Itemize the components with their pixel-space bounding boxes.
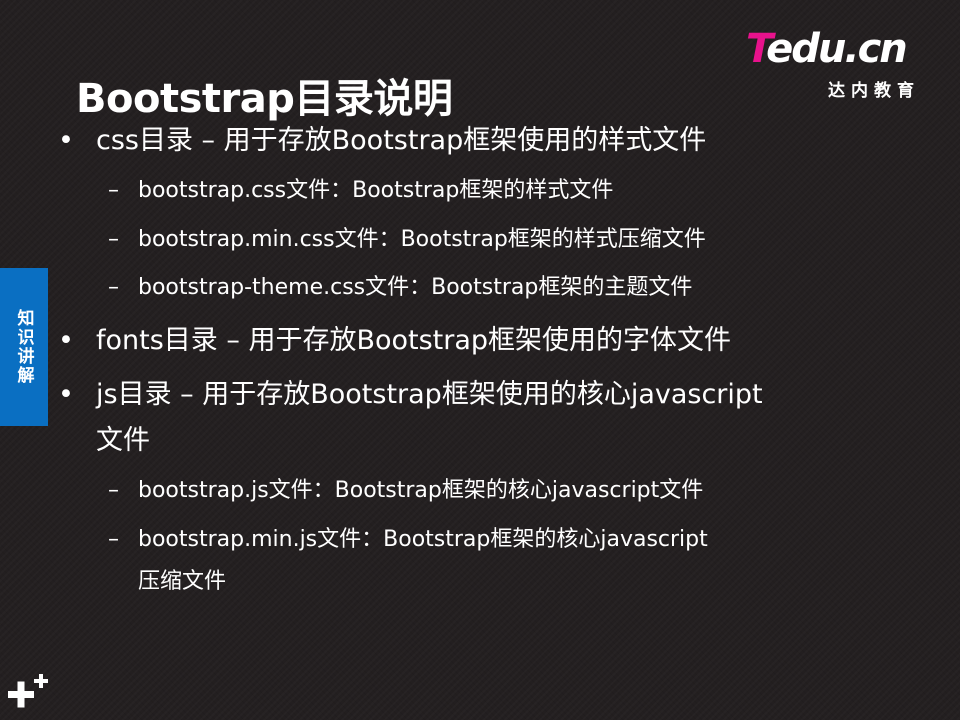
dash-marker: – [108,527,119,552]
list-item: – bootstrap.css文件：Bootstrap框架的样式文件 [108,176,614,206]
bullet-marker: • [58,379,74,410]
list-item-text: bootstrap.js文件：Bootstrap框架的核心javascript文… [138,478,704,503]
bullet-marker: • [58,325,74,356]
list-item: • js目录 – 用于存放Bootstrap框架使用的核心javascript [58,377,763,413]
dash-marker: – [108,178,119,203]
list-item-text: fonts目录 – 用于存放Bootstrap框架使用的字体文件 [96,325,732,356]
list-item: • css目录 – 用于存放Bootstrap框架使用的样式文件 [58,123,707,159]
list-item-text: bootstrap-theme.css文件：Bootstrap框架的主题文件 [138,275,693,300]
list-item-text: bootstrap.min.css文件：Bootstrap框架的样式压缩文件 [138,227,706,252]
bullet-marker: • [58,125,74,156]
list-item-text: css目录 – 用于存放Bootstrap框架使用的样式文件 [96,125,707,156]
bullet-list: • css目录 – 用于存放Bootstrap框架使用的样式文件 – boots… [0,0,960,720]
list-item-text: 文件 [96,425,150,456]
plus-decoration-icon [8,674,48,708]
list-item-text: 压缩文件 [138,569,227,594]
dash-marker: – [108,478,119,503]
list-item: – bootstrap.js文件：Bootstrap框架的核心javascrip… [108,476,704,506]
list-item-continuation: 压缩文件 [138,567,226,597]
list-item: • fonts目录 – 用于存放Bootstrap框架使用的字体文件 [58,323,732,359]
list-item-continuation: 文件 [96,423,150,459]
list-item-text: js目录 – 用于存放Bootstrap框架使用的核心javascript [96,379,763,410]
list-item: – bootstrap-theme.css文件：Bootstrap框架的主题文件 [108,273,693,303]
dash-marker: – [108,227,119,252]
list-item: – bootstrap.min.css文件：Bootstrap框架的样式压缩文件 [108,225,706,255]
dash-marker: – [108,275,119,300]
list-item: – bootstrap.min.js文件：Bootstrap框架的核心javas… [108,525,708,555]
list-item-text: bootstrap.css文件：Bootstrap框架的样式文件 [138,178,614,203]
list-item-text: bootstrap.min.js文件：Bootstrap框架的核心javascr… [138,527,708,552]
